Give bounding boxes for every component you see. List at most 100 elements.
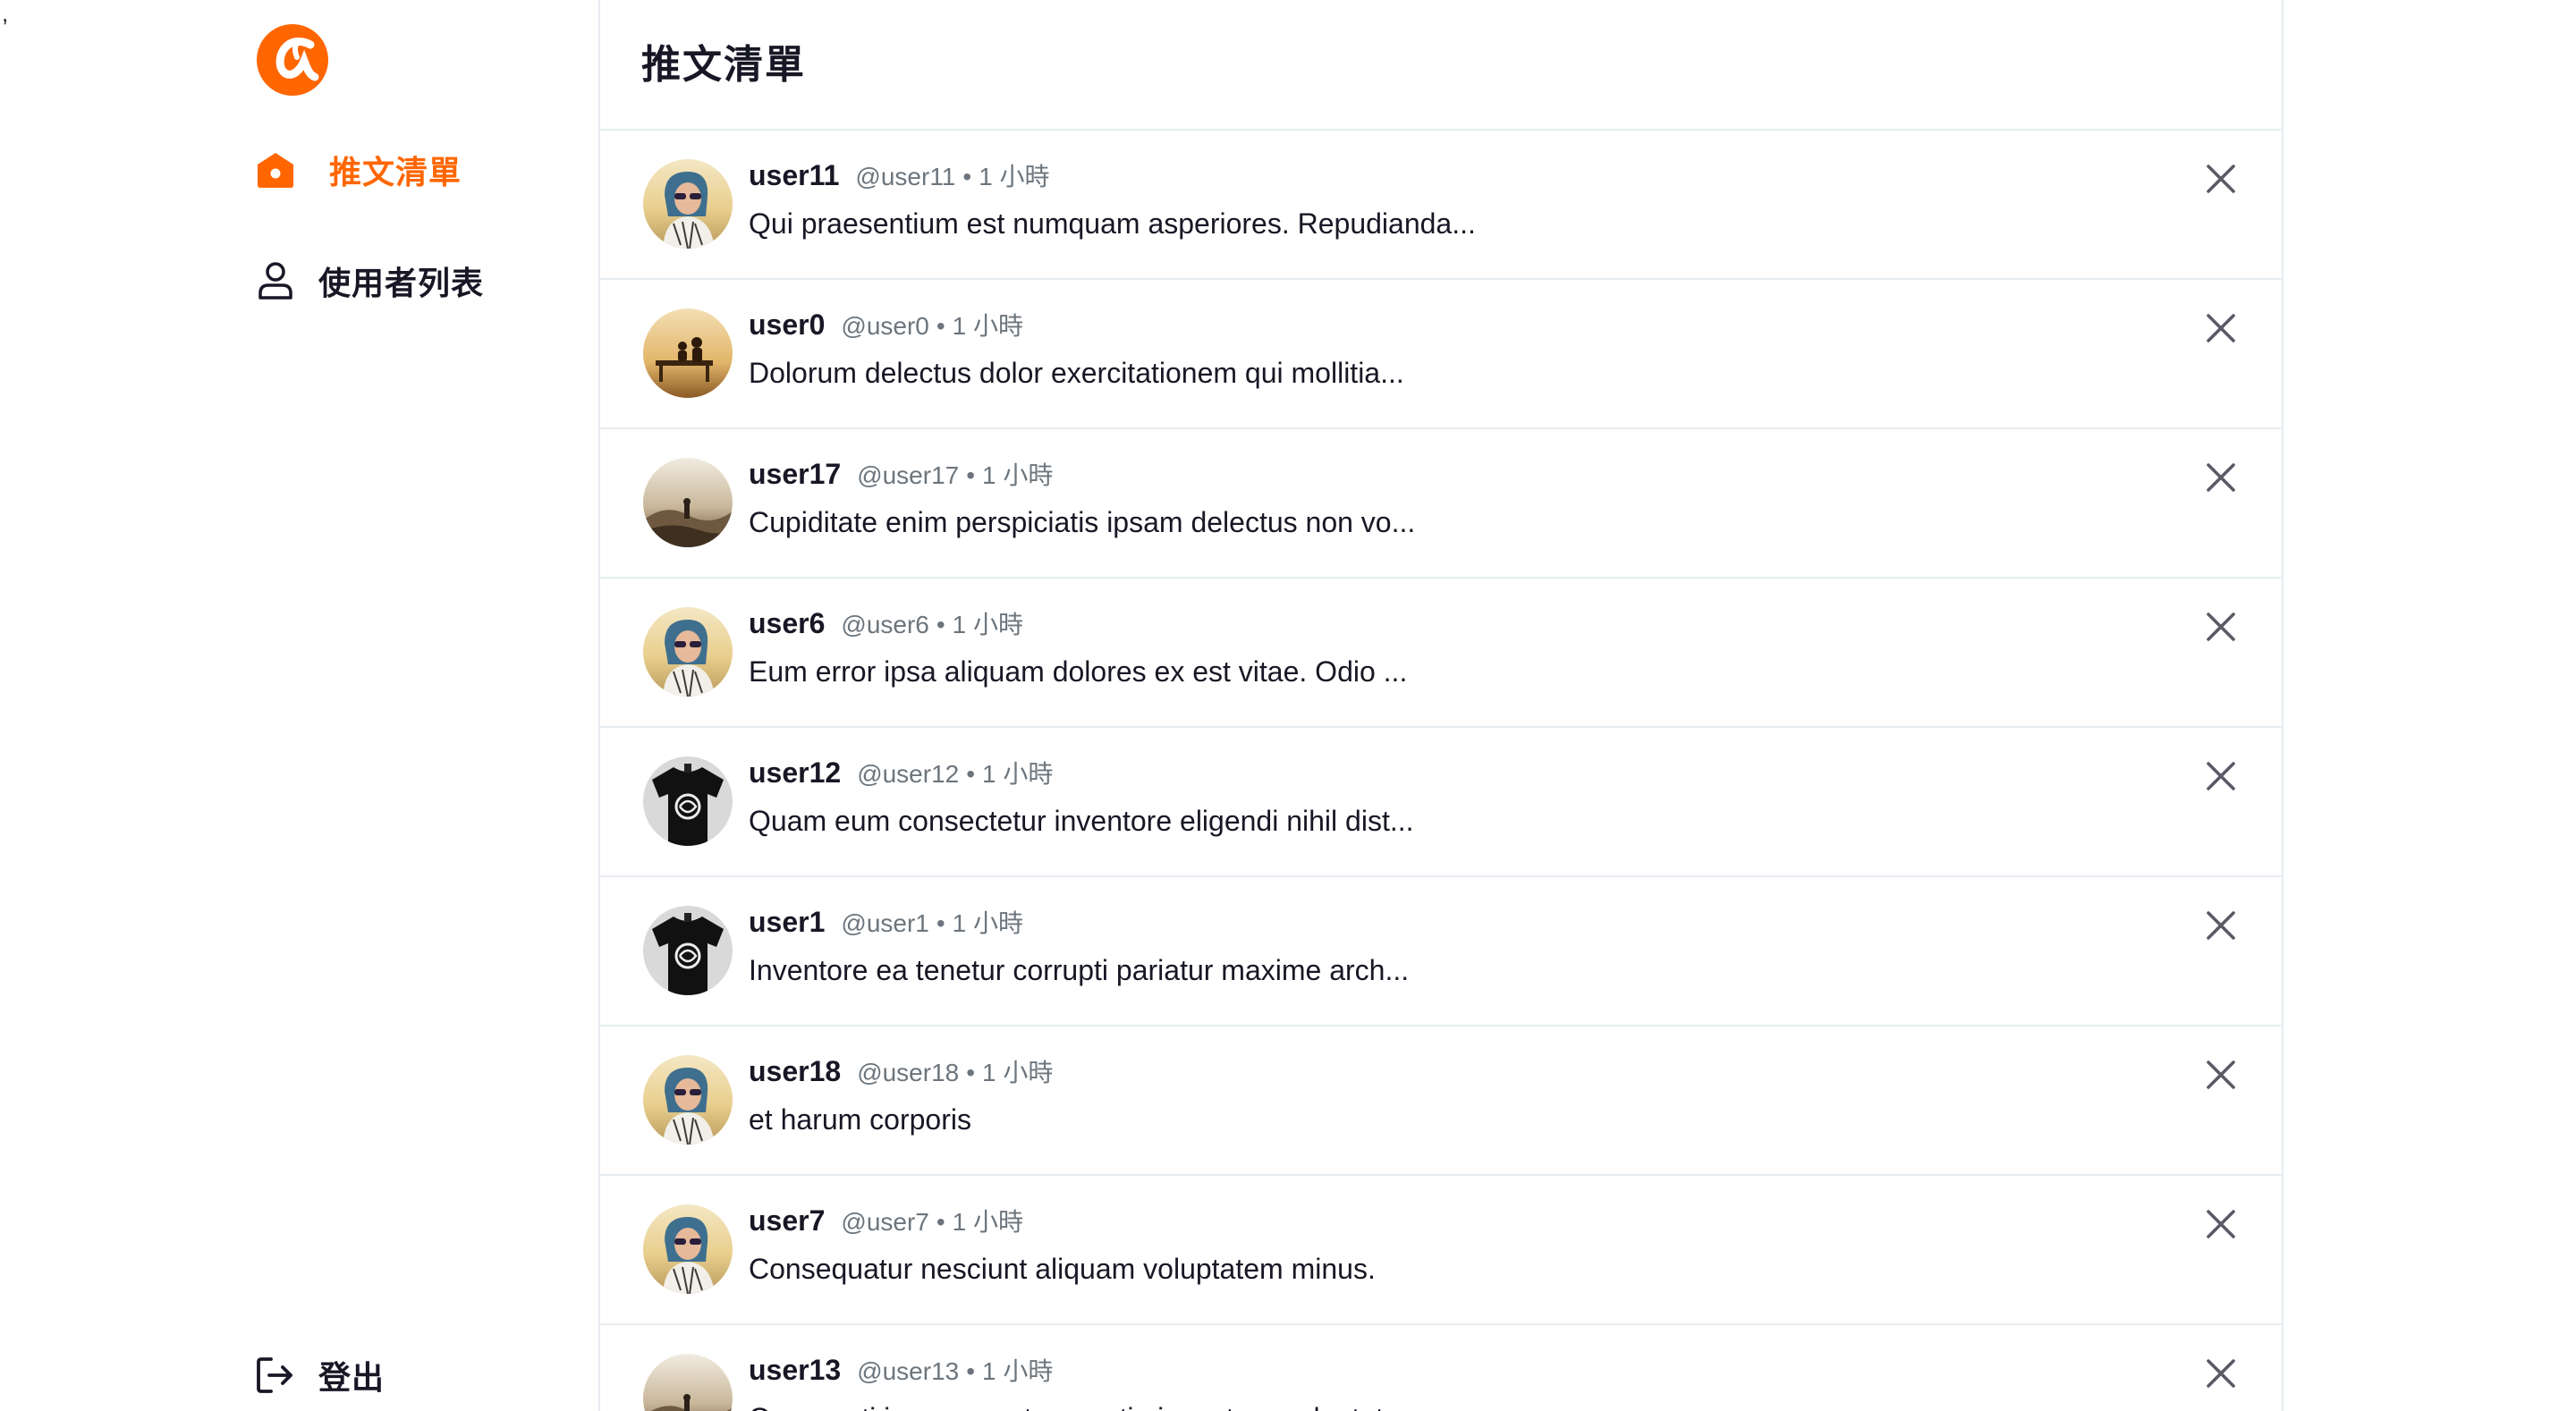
sidebar: 推文清單 使用者列表 登出 (0, 0, 598, 1411)
delete-tweet-button[interactable] (2199, 308, 2242, 351)
tweet-time: 1 小時 (982, 760, 1054, 788)
separator-dot: • (966, 1059, 976, 1086)
close-icon (2206, 1060, 2236, 1094)
tweet-content: Occaecati ipsam ea atque optio inventore… (749, 1402, 1400, 1411)
tweet-user-account: @user12 (857, 760, 960, 788)
avatar[interactable] (643, 607, 733, 697)
tweet-content: Consequatur nesciunt aliquam voluptatem … (749, 1253, 1376, 1285)
separator-dot: • (962, 163, 972, 190)
tweet-user-name[interactable]: user11 (749, 159, 839, 192)
tweet-content: Cupiditate enim perspiciatis ipsam delec… (749, 506, 1416, 538)
logout-button[interactable]: 登出 (254, 1348, 385, 1402)
tweet-list: user11 @user11 • 1 小時 Qui praesentium est nu… (600, 131, 2282, 1411)
delete-tweet-button[interactable] (2199, 756, 2242, 799)
avatar[interactable] (643, 756, 733, 846)
tweet-time: 1 小時 (982, 461, 1054, 489)
tweet-list-panel: 推文清單 user11 @user11 • 1 小時 Qui praesentium e… (598, 0, 2284, 1411)
page-title: 推文清單 (641, 43, 806, 87)
logout-label: 登出 (318, 1359, 386, 1396)
tweet-user-name[interactable]: user0 (749, 308, 825, 342)
tweet-row[interactable]: user13 @user13•1 小時 Occaecati ipsam ea atq… (600, 1325, 2282, 1411)
delete-tweet-button[interactable] (2199, 906, 2242, 949)
avatar[interactable] (643, 458, 733, 547)
tweet-header: user11 @user11 • 1 小時 (749, 157, 1050, 193)
tweet-row[interactable]: user0 @user0 • 1 小時 Dolorum delectus dolor e… (600, 280, 2282, 429)
tweet-row[interactable]: user18 @user18 • 1 小時 et harum corporis (600, 1027, 2282, 1176)
tweet-header: user17 @user17 • 1 小時 (749, 456, 1053, 492)
tweet-time: 1 小時 (979, 163, 1050, 190)
avatar[interactable] (643, 1204, 733, 1294)
page-header: 推文清單 (600, 0, 2282, 131)
app-page: , 推文清單 使用者列表 登出 推文清單 user11 @user11 • 1 … (0, 0, 2576, 1411)
sidebar-item-users[interactable]: 使用者列表 (254, 254, 484, 308)
tweet-user-account: @user1 (841, 909, 929, 937)
tweet-content: Dolorum delectus dolor exercitationem qu… (749, 357, 1404, 389)
separator-dot: • (936, 312, 945, 340)
sidebar-item-tweets[interactable]: 推文清單 (254, 143, 462, 197)
close-icon (2206, 1358, 2236, 1393)
tweet-header: user6 @user6 • 1 小時 (749, 605, 1023, 641)
tweet-user-account: @user11 (855, 163, 956, 190)
close-icon (2206, 1209, 2236, 1244)
close-icon (2206, 612, 2236, 646)
tweet-user-name[interactable]: user6 (749, 607, 825, 640)
sidebar-item-label: 使用者列表 (318, 265, 485, 301)
close-icon (2206, 164, 2236, 199)
close-icon (2206, 910, 2236, 945)
tweet-row[interactable]: user6 @user6 • 1 小時 Eum error ipsa aliquam d… (600, 579, 2282, 728)
tweet-user-account: @user17 (857, 461, 960, 489)
tweet-content: Eum error ipsa aliquam dolores ex est vi… (749, 655, 1408, 688)
avatar[interactable] (643, 1055, 733, 1145)
tweet-time: 1 小時 (952, 611, 1024, 638)
tweet-user-account: @user13 (857, 1357, 960, 1385)
tweet-content: et harum corporis (749, 1103, 971, 1136)
tweet-header: user1 @user1 • 1 小時 (749, 904, 1023, 940)
tweet-user-name[interactable]: user17 (749, 458, 841, 491)
tweet-header: user7 @user7 • 1 小時 (749, 1203, 1023, 1238)
tweet-time: 1 小時 (982, 1357, 1054, 1385)
tweet-row[interactable]: user1 @user1 • 1 小時 Inventore ea tenetur cor… (600, 877, 2282, 1027)
tweet-row[interactable]: user7 @user7 • 1 小時 Consequatur nesciunt ali… (600, 1176, 2282, 1325)
tweet-row[interactable]: user17 @user17 • 1 小時 Cupiditate enim perspi… (600, 429, 2282, 579)
tweet-row[interactable]: user11 @user11 • 1 小時 Qui praesentium est nu… (600, 131, 2282, 280)
avatar[interactable] (643, 1354, 733, 1411)
delete-tweet-button[interactable] (2199, 1354, 2242, 1397)
tweet-row[interactable]: user12 @user12 • 1 小時 Quam eum consectetur i… (600, 728, 2282, 877)
separator-dot: • (936, 611, 945, 638)
delete-tweet-button[interactable] (2199, 159, 2242, 202)
tweet-user-account: @user18 (857, 1059, 960, 1086)
delete-tweet-button[interactable] (2199, 458, 2242, 501)
avatar[interactable] (643, 308, 733, 398)
tweet-header: user18 @user18 • 1 小時 (749, 1053, 1053, 1089)
tweet-user-account: @user0 (841, 312, 929, 340)
avatar[interactable] (643, 906, 733, 995)
delete-tweet-button[interactable] (2199, 1204, 2242, 1247)
delete-tweet-button[interactable] (2199, 1055, 2242, 1098)
separator-dot: • (936, 1208, 945, 1236)
separator-dot: • (966, 1357, 976, 1385)
sidebar-item-label: 推文清單 (329, 154, 462, 190)
delete-tweet-button[interactable] (2199, 607, 2242, 650)
tweet-content: Inventore ea tenetur corrupti pariatur m… (749, 954, 1410, 986)
avatar[interactable] (643, 159, 733, 249)
tweet-user-name[interactable]: user18 (749, 1055, 841, 1088)
tweet-time: 1 小時 (982, 1059, 1054, 1086)
tweet-user-name[interactable]: user1 (749, 906, 825, 939)
close-icon (2206, 313, 2236, 348)
tweet-user-name[interactable]: user7 (749, 1204, 825, 1238)
tweet-user-account: @user6 (841, 611, 929, 638)
user-icon (254, 259, 297, 302)
home-icon (254, 148, 297, 191)
tweet-user-account: @user7 (841, 1208, 929, 1236)
alpha-camp-logo-icon[interactable] (254, 21, 331, 98)
tweet-content: Quam eum consectetur inventore eligendi … (749, 805, 1414, 837)
separator-dot: • (966, 461, 976, 489)
separator-dot: • (966, 760, 976, 788)
tweet-header: user13 @user13 • 1 小時 (749, 1352, 1053, 1388)
close-icon (2206, 761, 2236, 796)
separator-dot: • (936, 909, 945, 937)
tweet-user-name[interactable]: user13 (749, 1354, 841, 1387)
tweet-time: 1 小時 (952, 909, 1024, 937)
tweet-time: 1 小時 (952, 312, 1024, 340)
tweet-user-name[interactable]: user12 (749, 756, 841, 790)
